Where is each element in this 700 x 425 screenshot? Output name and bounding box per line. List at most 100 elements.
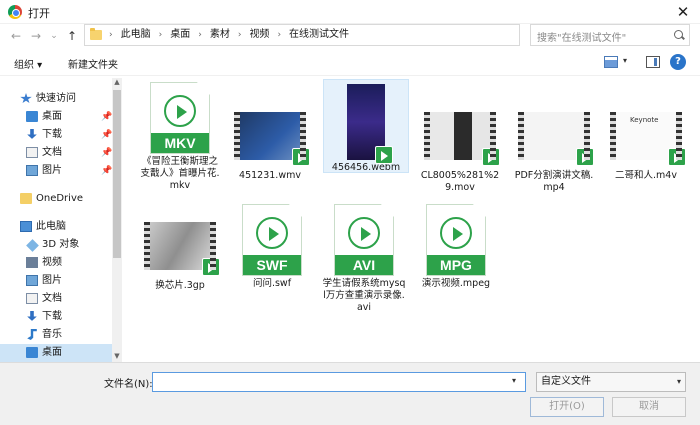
sidebar-item-label: 快速访问 — [36, 93, 76, 104]
back-button[interactable]: ← — [8, 28, 24, 44]
file-item[interactable]: MPG 演示视频.mpeg — [414, 204, 498, 290]
file-name: PDF分割演讲文稿.mp4 — [514, 170, 594, 193]
toolbar: 组织 ▾ 新建文件夹 ▾ ? — [0, 50, 700, 76]
sidebar-item-label: 桌面 — [42, 111, 62, 122]
window-title: 打开 — [28, 7, 50, 20]
change-view-icon[interactable] — [604, 56, 618, 68]
video-thumbnail-icon — [518, 112, 594, 166]
scroll-down-icon[interactable]: ▼ — [112, 352, 122, 362]
breadcrumb-this-pc[interactable]: 此电脑 — [121, 28, 151, 42]
file-name: 《冒险王衡斯理之支戬人》首曝片花.mkv — [140, 156, 220, 191]
sidebar-item-pictures-pc[interactable]: 图片 — [0, 272, 112, 290]
video-badge-icon — [375, 146, 393, 164]
breadcrumb-separator: › — [158, 30, 163, 40]
sidebar-item-label: 图片 — [42, 275, 62, 286]
forward-button[interactable]: → — [28, 28, 44, 44]
sidebar-item-documents[interactable]: 文档 📌 — [0, 144, 112, 162]
pin-icon: 📌 — [101, 112, 113, 122]
video-badge-icon — [576, 148, 594, 166]
breadcrumb-separator: › — [277, 30, 282, 40]
file-type-badge: AVI — [335, 255, 393, 275]
breadcrumb-desktop[interactable]: 桌面 — [170, 28, 190, 42]
sidebar-item-videos[interactable]: 视频 — [0, 254, 112, 272]
file-item[interactable]: 451231.wmv — [228, 82, 312, 182]
up-folder-button[interactable]: ↑ — [64, 28, 80, 44]
file-item[interactable]: Keynote 二哥和人.m4v — [604, 82, 688, 182]
breadcrumb-materials[interactable]: 素材 — [210, 28, 230, 42]
picture-icon — [26, 275, 38, 286]
recent-locations-button[interactable]: ⌄ — [46, 28, 62, 44]
breadcrumb-separator: › — [237, 30, 242, 40]
open-button[interactable]: 打开(O) — [530, 397, 604, 417]
file-item[interactable]: 456456.webm — [323, 79, 409, 173]
file-list: MKV 《冒险王衡斯理之支戬人》首曝片花.mkv 451231.wmv 4564… — [124, 78, 700, 362]
navigation-pane: 快速访问 桌面 📌 下载 📌 文档 📌 图片 📌 OneDrive 此电脑 3D… — [0, 78, 122, 362]
scroll-thumb[interactable] — [113, 90, 121, 258]
sidebar-item-desktop[interactable]: 桌面 📌 — [0, 108, 112, 126]
keynote-thumb-text: Keynote — [630, 116, 659, 124]
help-icon[interactable]: ? — [670, 54, 686, 70]
pin-icon: 📌 — [101, 166, 113, 176]
document-icon — [26, 147, 38, 158]
pin-icon: 📌 — [101, 148, 113, 158]
file-name: 问问.swf — [252, 278, 292, 289]
search-icon[interactable] — [674, 30, 683, 39]
file-item[interactable]: PDF分割演讲文稿.mp4 — [512, 82, 596, 194]
file-item[interactable]: SWF 问问.swf — [230, 204, 314, 290]
desktop-icon — [26, 347, 38, 358]
organize-button[interactable]: 组织 ▾ — [14, 56, 42, 71]
new-folder-button[interactable]: 新建文件夹 — [68, 56, 118, 71]
sidebar-item-downloads[interactable]: 下载 📌 — [0, 126, 112, 144]
download-icon — [27, 129, 37, 139]
cancel-button[interactable]: 取消 — [612, 397, 686, 417]
sidebar-item-music[interactable]: 音乐 — [0, 326, 112, 344]
sidebar-item-downloads-pc[interactable]: 下载 — [0, 308, 112, 326]
chevron-down-icon: ▾ — [676, 377, 681, 386]
video-thumbnail-icon — [234, 112, 310, 166]
sidebar-item-label: 文档 — [42, 147, 62, 158]
desktop-icon — [26, 111, 38, 122]
preview-pane-icon[interactable] — [646, 56, 660, 68]
sidebar-item-3d-objects[interactable]: 3D 对象 — [0, 236, 112, 254]
close-button[interactable]: ✕ — [672, 2, 694, 22]
sidebar-item-label: 3D 对象 — [42, 239, 80, 250]
file-type-badge: MPG — [427, 255, 485, 275]
sidebar-item-pictures[interactable]: 图片 📌 — [0, 162, 112, 180]
file-name: 演示视频.mpeg — [421, 278, 491, 289]
video-icon — [26, 257, 38, 268]
scroll-up-icon[interactable]: ▲ — [112, 78, 122, 88]
sidebar-item-desktop-pc[interactable]: 桌面 — [0, 344, 112, 362]
filename-input[interactable] — [152, 372, 526, 392]
file-type-select[interactable]: 自定义文件 ▾ — [536, 372, 686, 392]
search-input[interactable]: 搜索"在线测试文件" — [530, 24, 690, 46]
video-thumbnail-icon — [347, 84, 393, 164]
file-type-value: 自定义文件 — [541, 376, 591, 387]
file-item[interactable]: CL8005%281%29.mov — [418, 82, 502, 194]
document-icon — [26, 293, 38, 304]
sidebar-item-label: 下载 — [42, 129, 62, 140]
folder-icon — [90, 28, 102, 40]
file-item[interactable]: 换芯片.3gp — [138, 204, 222, 292]
sidebar-item-label: 音乐 — [42, 329, 62, 340]
computer-icon — [20, 221, 32, 232]
sidebar-item-this-pc[interactable]: 此电脑 — [0, 218, 112, 236]
filename-history-dropdown[interactable]: ▾ — [512, 376, 516, 385]
folder-icon — [20, 193, 32, 204]
sidebar-item-quick-access[interactable]: 快速访问 — [0, 90, 112, 108]
file-item[interactable]: MKV 《冒险王衡斯理之支戬人》首曝片花.mkv — [138, 82, 222, 192]
sidebar-item-label: OneDrive — [36, 193, 84, 204]
file-item[interactable]: AVI 学生请假系统mysql万方查重演示录像.avi — [322, 204, 406, 314]
star-icon — [20, 93, 32, 104]
breadcrumb-test-files[interactable]: 在线测试文件 — [289, 28, 349, 42]
chrome-app-icon — [8, 5, 22, 19]
sidebar-scrollbar[interactable]: ▲ ▼ — [112, 78, 122, 362]
sidebar-item-documents-pc[interactable]: 文档 — [0, 290, 112, 308]
breadcrumb-separator: › — [198, 30, 202, 40]
breadcrumb-videos[interactable]: 视频 — [249, 28, 269, 42]
pin-icon: 📌 — [101, 130, 113, 140]
sidebar-item-label: 此电脑 — [36, 221, 66, 232]
file-name: 451231.wmv — [239, 170, 301, 181]
view-options-dropdown[interactable]: ▾ — [623, 56, 627, 65]
sidebar-item-onedrive[interactable]: OneDrive — [0, 190, 112, 208]
address-bar[interactable]: › 此电脑 › 桌面 › 素材 › 视频 › 在线测试文件 ⌄ ↻ — [84, 24, 600, 46]
